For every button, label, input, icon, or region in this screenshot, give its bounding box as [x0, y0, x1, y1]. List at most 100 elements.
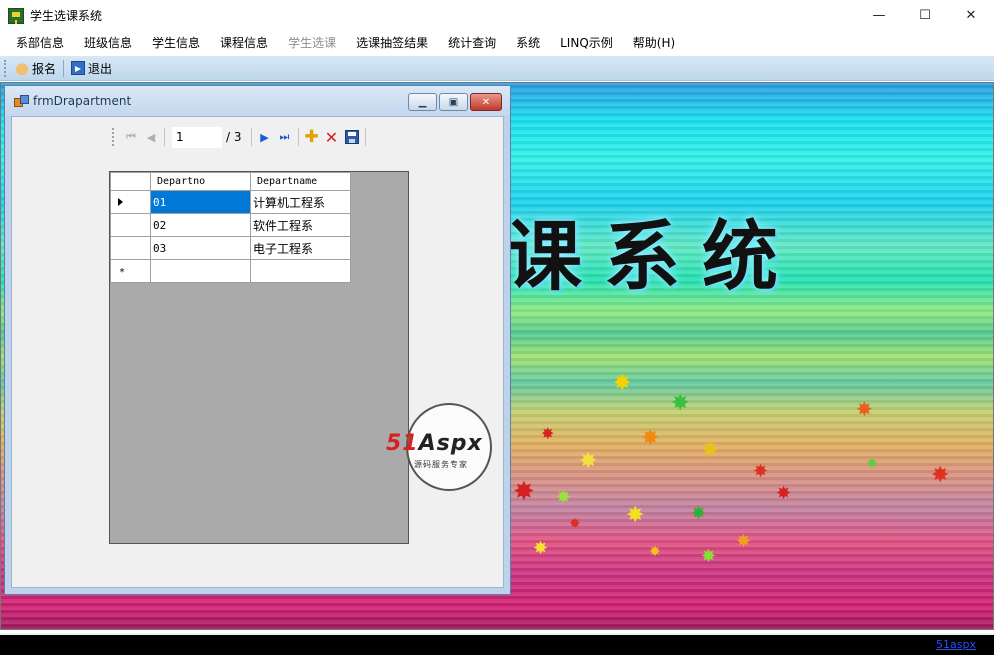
table-row[interactable]: 03 电子工程系 [110, 236, 351, 260]
child-title-bar[interactable]: frmDrapartment ▁ ▣ ✕ [5, 86, 510, 116]
navigator-separator [364, 128, 366, 146]
new-row-marker: * [119, 266, 126, 278]
window-controls: — ☐ ✕ [856, 0, 994, 31]
delete-icon[interactable]: ✕ [322, 127, 342, 147]
cell-new-departname[interactable] [250, 259, 351, 283]
toolbar-separator [63, 59, 65, 77]
binding-navigator: ⏮ ◀ 1 / 3 ▶ ⏭ ✚ ✕ [112, 124, 369, 150]
minimize-button[interactable]: — [856, 0, 902, 31]
leaf-icon: ✸ [569, 516, 581, 532]
menu-statistics[interactable]: 统计查询 [438, 31, 506, 56]
leaf-icon: ✸ [533, 538, 549, 559]
leaf-icon: ✸ [626, 503, 645, 528]
enroll-button[interactable]: 报名 [11, 58, 60, 79]
save-button[interactable] [342, 127, 362, 147]
cell-departname[interactable]: 软件工程系 [250, 213, 351, 237]
navigator-separator [164, 128, 165, 146]
menu-linq-examples[interactable]: LINQ示例 [550, 31, 623, 56]
add-new-icon[interactable]: ✚ [302, 127, 322, 147]
child-close-button[interactable]: ✕ [470, 93, 502, 111]
form-icon [14, 95, 29, 107]
window-title: 学生选课系统 [30, 9, 103, 23]
menu-course-info[interactable]: 课程信息 [210, 31, 278, 56]
leaf-icon: ✸ [513, 477, 535, 507]
table-row[interactable]: 01 计算机工程系 [110, 190, 351, 214]
move-last-icon[interactable]: ⏭ [275, 127, 295, 147]
toolbar-grip[interactable] [4, 59, 7, 77]
leaf-icon: ✸ [931, 463, 950, 488]
leaf-icon: ✸ [649, 544, 661, 560]
watermark-brand: 51Aspx [386, 431, 483, 456]
leaf-icon: ✸ [556, 487, 572, 508]
leaf-icon: ✸ [753, 461, 769, 482]
navigator-separator [297, 128, 299, 146]
row-header-current[interactable] [110, 190, 151, 214]
leaf-icon: ✸ [736, 531, 752, 552]
column-header-departno[interactable]: Departno [150, 172, 251, 191]
child-window-body: ⏮ ◀ 1 / 3 ▶ ⏭ ✚ ✕ Departno Departname 01… [11, 116, 504, 588]
toolbar: 报名 退出 [0, 56, 994, 81]
menu-class-info[interactable]: 班级信息 [74, 31, 142, 56]
leaf-icon: ✸ [866, 456, 878, 472]
menu-system[interactable]: 系统 [506, 31, 550, 56]
menu-bar: 系部信息 班级信息 学生信息 课程信息 学生选课 选课抽签结果 统计查询 系统 … [0, 31, 994, 56]
close-button[interactable]: ✕ [948, 0, 994, 31]
hand-icon [15, 61, 29, 75]
grid-corner[interactable] [110, 172, 151, 191]
child-window-title: frmDrapartment [33, 94, 132, 108]
maximize-button[interactable]: ☐ [902, 0, 948, 31]
grid-header-row: Departno Departname [110, 172, 351, 191]
watermark-logo: 51Aspx 源码服务专家 [386, 403, 511, 493]
cell-departname[interactable]: 计算机工程系 [250, 190, 351, 214]
status-bar: 51aspx [0, 633, 994, 655]
child-maximize-button[interactable]: ▣ [439, 93, 468, 111]
cell-departno[interactable]: 02 [150, 213, 251, 237]
navigator-grip[interactable] [112, 128, 115, 146]
row-header-new[interactable]: * [110, 259, 151, 283]
watermark-subtitle: 源码服务专家 [414, 460, 468, 469]
cell-new-departno[interactable] [150, 259, 251, 283]
cell-departno[interactable]: 01 [150, 190, 251, 214]
watermark-aspx: Aspx [418, 431, 483, 456]
row-header[interactable] [110, 236, 151, 260]
exit-button[interactable]: 退出 [67, 58, 116, 79]
leaf-icon: ✸ [701, 546, 717, 567]
leaf-icon: ✸ [776, 483, 792, 504]
menu-student-info[interactable]: 学生信息 [142, 31, 210, 56]
row-header[interactable] [110, 213, 151, 237]
current-row-pointer-icon [118, 197, 123, 206]
banner-text: 课系统 [506, 212, 800, 301]
position-input[interactable]: 1 [172, 126, 222, 148]
cell-departname[interactable]: 电子工程系 [250, 236, 351, 260]
exit-label: 退出 [88, 61, 113, 76]
leaf-icon: ✸ [641, 426, 660, 451]
title-bar[interactable]: 学生选课系统 — ☐ ✕ [0, 0, 994, 31]
menu-course-selection: 学生选课 [288, 36, 337, 50]
enroll-label: 报名 [32, 61, 57, 76]
exit-icon [71, 61, 86, 75]
table-row[interactable]: 02 软件工程系 [110, 213, 351, 237]
child-window-department: frmDrapartment ▁ ▣ ✕ ⏮ ◀ 1 / 3 ▶ ⏭ ✚ ✕ D… [4, 85, 511, 595]
app-icon [8, 7, 24, 24]
app-window: 学生选课系统 — ☐ ✕ 系部信息 班级信息 学生信息 课程信息 学生选课 选课… [0, 0, 994, 655]
menu-department-info[interactable]: 系部信息 [6, 31, 74, 56]
save-icon [344, 130, 359, 144]
menu-help[interactable]: 帮助(H) [623, 31, 685, 56]
cell-departno[interactable]: 03 [150, 236, 251, 260]
leaf-icon: ✸ [613, 371, 632, 396]
child-window-controls: ▁ ▣ ✕ [406, 93, 502, 111]
new-row[interactable]: * [110, 259, 351, 283]
status-link[interactable]: 51aspx [936, 638, 976, 651]
column-header-departname[interactable]: Departname [250, 172, 351, 191]
menu-lottery-results[interactable]: 选课抽签结果 [346, 31, 438, 56]
leaf-icon: ✸ [856, 397, 873, 421]
move-first-icon[interactable]: ⏮ [121, 127, 141, 147]
move-previous-icon[interactable]: ◀ [141, 127, 161, 147]
move-next-icon[interactable]: ▶ [255, 127, 275, 147]
child-minimize-button[interactable]: ▁ [408, 93, 437, 111]
department-table: Departno Departname 01 计算机工程系 02 软件工程系 0… [110, 172, 351, 283]
leaf-icon: ✸ [691, 503, 707, 524]
department-grid[interactable]: Departno Departname 01 计算机工程系 02 软件工程系 0… [109, 171, 409, 544]
leaf-icon: ✸ [701, 438, 720, 463]
leaf-icon: ✸ [671, 391, 690, 416]
